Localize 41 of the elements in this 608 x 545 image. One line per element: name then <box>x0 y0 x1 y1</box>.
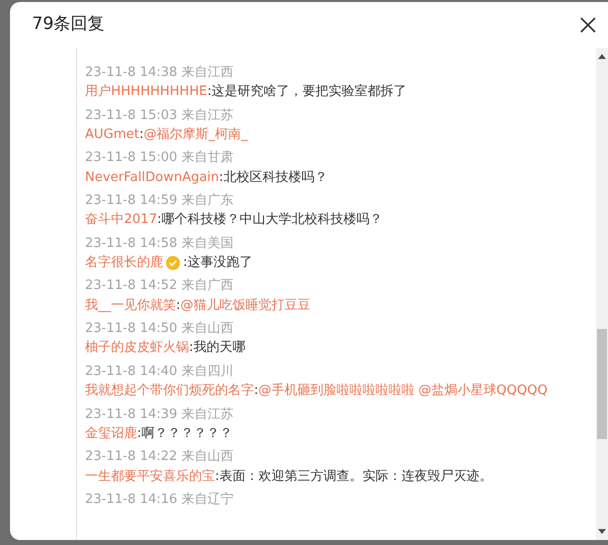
user-name-link[interactable]: 柚子的皮皮虾火锅 <box>85 337 189 359</box>
user-name-link[interactable]: 名字很长的鹿 <box>85 252 163 274</box>
comment-text: : <box>254 382 258 400</box>
comment-text: :北校区科技楼吗？ <box>219 168 328 187</box>
comment-text: :哪个科技楼？中山大学北校科技楼吗？ <box>157 211 382 230</box>
comment-time: 23-11-8 14:22 来自山西 <box>85 449 234 464</box>
mention-link[interactable]: @福尔摩斯_柯南_ <box>144 124 248 146</box>
comment-time: 23-11-8 14:52 来自广西 <box>85 278 234 294</box>
dialog-title: 79条回复 <box>32 13 105 36</box>
mention-link[interactable]: @猫儿吃饭睡觉打豆豆 <box>180 294 310 316</box>
comment-text: :啊？？？？？？ <box>137 424 232 443</box>
close-icon[interactable] <box>580 17 596 33</box>
scrollbar-thumb[interactable] <box>597 329 607 439</box>
user-name-link[interactable]: 我就想起个带你们烦死的名字 <box>85 380 254 402</box>
comment-time: 23-11-8 14:38 来自江西 <box>85 65 234 80</box>
comment-time: 23-11-8 15:00 来自甘肃 <box>85 150 234 166</box>
scrollbar[interactable] <box>596 48 608 540</box>
comment-time: 23-11-8 14:40 来自四川 <box>85 364 234 379</box>
comment-text: : <box>176 296 180 315</box>
user-name-link[interactable]: 一生都要平安喜乐的宝 <box>85 466 215 487</box>
comment-time: 23-11-8 14:58 来自美国 <box>85 236 234 251</box>
comment-time: 23-11-8 14:50 来自山西 <box>85 321 234 336</box>
user-name-link[interactable]: 金玺诏鹿 <box>85 422 137 444</box>
mention-link[interactable]: @手机砸到脸啦啦啦啦啦啦 <box>258 380 414 402</box>
user-name-link[interactable]: 用户HHHHHHHHHE <box>85 81 208 103</box>
comment-text: :我的天哪 <box>189 339 246 358</box>
comment-text: : <box>139 126 144 144</box>
comment-text: :表面：欢迎第三方调查。实际：连夜毁尸灭迹。 <box>215 468 492 486</box>
comment-time: 23-11-8 15:03 来自江苏 <box>85 108 234 123</box>
mention-link[interactable]: @盐焗小星球QQQQQ <box>418 380 548 402</box>
comment-time: 23-11-8 14:39 来自江苏 <box>85 406 234 422</box>
comment-text: :这事没跑了 <box>183 254 252 272</box>
comment-text: :这是研究啥了，要把实验室都拆了 <box>207 83 407 102</box>
user-name-link[interactable]: AUGmet <box>85 124 140 146</box>
user-name-link[interactable]: NeverFallDownAgain <box>85 166 220 188</box>
scroll-down-icon[interactable] <box>598 529 606 535</box>
scroll-up-icon[interactable] <box>598 53 606 59</box>
user-name-link[interactable]: 奋斗中2017 <box>85 209 158 231</box>
comment-time: 23-11-8 14:59 来自广东 <box>85 193 234 208</box>
user-name-link[interactable]: 我__一见你就笑 <box>85 294 176 316</box>
comment-time: 23-11-8 14:16 来自辽宁 <box>85 492 234 507</box>
